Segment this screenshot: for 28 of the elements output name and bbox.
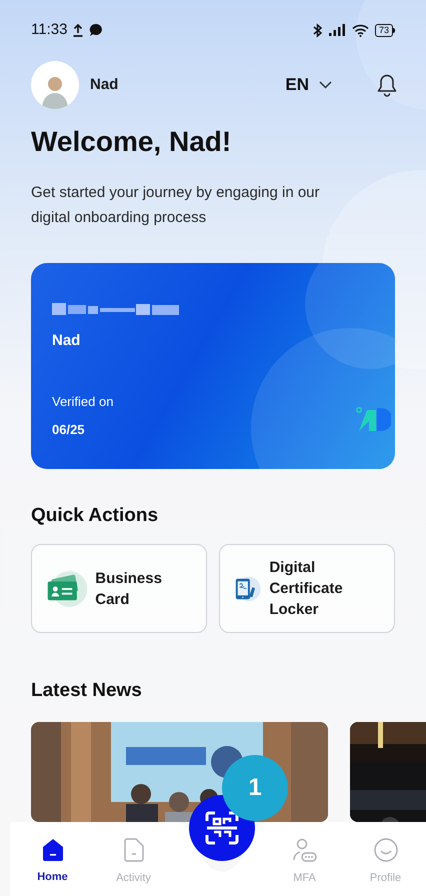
section-title: Quick Actions <box>30 504 160 528</box>
battery-icon: 73 <box>374 24 395 36</box>
nav-tab[interactable]: Home <box>12 822 93 896</box>
id-card[interactable]: Nad Verified on 06/25 <box>31 263 395 469</box>
quick-action-card[interactable]: Business Card <box>31 544 207 633</box>
card-holder-name: Nad <box>52 331 82 351</box>
language-selector[interactable]: EN <box>285 72 332 98</box>
wifi-icon <box>352 24 369 36</box>
smiley-icon <box>374 838 398 862</box>
welcome-title: Welcome, Nad! <box>31 125 232 159</box>
quick-action-card[interactable]: Digital Certificate Locker <box>219 544 395 633</box>
bluetooth-icon <box>312 22 323 38</box>
section-title: Latest News <box>30 679 143 703</box>
document-icon <box>124 838 144 862</box>
signal-icon <box>328 24 346 36</box>
scan-icon <box>205 811 239 845</box>
chat-bubble-icon <box>89 23 104 37</box>
chevron-down-icon <box>319 81 332 89</box>
welcome-subtitle: Get started your journey by engaging in our digital onboarding process <box>31 183 321 228</box>
verified-date: 06/25 <box>52 421 86 439</box>
logo-icon <box>355 407 391 432</box>
status-time: 11:33 <box>31 20 68 40</box>
bell-icon <box>377 74 397 96</box>
verified-label: Verified on <box>52 393 114 411</box>
user-key-icon <box>292 838 316 862</box>
user-name: Nad <box>90 74 118 95</box>
upload-icon <box>73 24 84 36</box>
house-icon <box>42 838 64 861</box>
